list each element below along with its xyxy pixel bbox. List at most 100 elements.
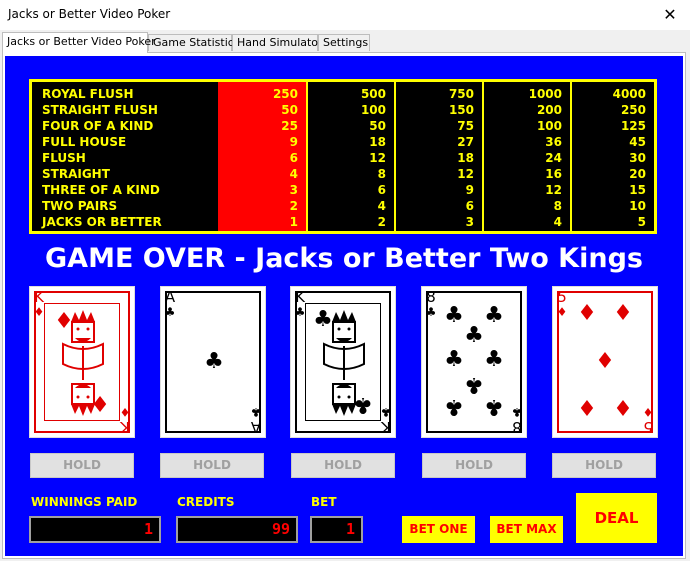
pay-table-payout: 27 — [457, 135, 474, 149]
pay-table-payout: 10 — [629, 199, 646, 213]
pay-table-payout: 18 — [457, 151, 474, 165]
game-result-message: GAME OVER - Jacks or Better Two Kings — [45, 243, 643, 274]
club-icon: ♣ — [313, 307, 333, 332]
pay-table-payout: 20 — [629, 167, 646, 181]
pay-table-payout: 36 — [545, 135, 562, 149]
pay-table-payout: 12 — [457, 167, 474, 181]
pay-table-payout: 100 — [360, 103, 386, 117]
pay-table-payout: 6 — [377, 183, 386, 197]
pay-table-payout: 4 — [553, 215, 562, 229]
tab-game-statistics[interactable]: Game Statistics — [148, 34, 240, 51]
pay-table-hand-name: FLUSH — [42, 151, 86, 165]
card-1[interactable]: K ♦ K ♦ ♦ ♦ — [29, 286, 135, 438]
pay-table-payout: 1000 — [528, 87, 562, 101]
pay-table-payout: 5 — [637, 215, 646, 229]
diamond-icon: ♦ — [595, 349, 615, 374]
pay-table-payout: 250 — [272, 87, 298, 101]
club-icon: ♣ — [444, 394, 464, 419]
pay-table-hand-name: JACKS OR BETTER — [42, 215, 162, 229]
tab-hand-simulator[interactable]: Hand Simulator — [232, 34, 323, 51]
pay-table-hand-name: TWO PAIRS — [42, 199, 118, 213]
pay-table-payout: 1 — [289, 215, 298, 229]
pay-table-payout: 100 — [536, 119, 562, 133]
pay-table-hand-name: THREE OF A KIND — [42, 183, 160, 197]
club-icon: ♣ — [484, 394, 504, 419]
pay-table-column-bet4: 1000 200 100 36 24 16 12 8 4 — [482, 82, 570, 231]
pay-table-payout: 3 — [465, 215, 474, 229]
club-icon: ♣ — [464, 372, 484, 397]
credits-display: 99 — [176, 516, 298, 543]
card-5[interactable]: 5 ♦ 5 ♦ ♦ ♦ ♦ ♦ ♦ — [552, 286, 658, 438]
pay-table-payout: 6 — [289, 151, 298, 165]
pay-table-payout: 2 — [377, 215, 386, 229]
pay-table-payout: 2 — [289, 199, 298, 213]
card-corner-bottom: 5 ♦ — [642, 405, 654, 436]
card-2[interactable]: A ♣ A ♣ ♣ — [160, 286, 266, 438]
card-corner-bottom: 8 ♣ — [511, 405, 523, 436]
pay-table-hand-name: STRAIGHT — [42, 167, 110, 181]
card-3[interactable]: K ♣ K ♣ ♣ ♣ — [290, 286, 396, 438]
pay-table-payout: 125 — [620, 119, 646, 133]
diamond-icon: ♦ — [613, 397, 633, 422]
pay-table-payout: 12 — [369, 151, 386, 165]
hold-button-2[interactable]: HOLD — [160, 453, 264, 478]
pay-table-column-bet2: 500 100 50 18 12 8 6 4 2 — [306, 82, 394, 231]
pay-table-payout: 25 — [281, 119, 298, 133]
hold-button-5[interactable]: HOLD — [552, 453, 656, 478]
club-icon: ♣ — [484, 303, 504, 328]
deal-button[interactable]: DEAL — [576, 493, 657, 543]
winnings-display: 1 — [29, 516, 161, 543]
window-title: Jacks or Better Video Poker — [8, 7, 171, 21]
pay-table: ROYAL FLUSH STRAIGHT FLUSH FOUR OF A KIND F… — [29, 79, 657, 234]
pay-table-column-bet5: 4000 250 125 45 30 20 15 10 5 — [570, 82, 654, 231]
pay-table-hands-column: ROYAL FLUSH STRAIGHT FLUSH FOUR OF A KIND F… — [32, 82, 218, 231]
card-border — [426, 291, 522, 433]
pay-table-payout: 8 — [377, 167, 386, 181]
bet-one-button[interactable]: BET ONE — [402, 516, 475, 543]
bet-max-button[interactable]: BET MAX — [490, 516, 563, 543]
pay-table-payout: 50 — [369, 119, 386, 133]
pay-table-column-bet1: 250 50 25 9 6 4 3 2 1 — [218, 82, 306, 231]
diamond-icon: ♦ — [577, 397, 597, 422]
pay-table-hand-name: STRAIGHT FLUSH — [42, 103, 158, 117]
pay-table-payout: 24 — [545, 151, 562, 165]
pay-table-payout: 250 — [620, 103, 646, 117]
pay-table-payout: 15 — [629, 183, 646, 197]
bet-label: BET — [311, 495, 337, 509]
club-icon: ♣ — [204, 349, 224, 374]
pay-table-payout: 8 — [553, 199, 562, 213]
club-icon: ♣ — [353, 392, 373, 417]
pay-table-payout: 30 — [629, 151, 646, 165]
club-icon: ♣ — [444, 303, 464, 328]
tab-settings[interactable]: Settings — [318, 34, 370, 51]
card-corner-top: 5 ♦ — [556, 288, 568, 320]
pay-table-payout: 4 — [377, 199, 386, 213]
hold-button-3[interactable]: HOLD — [291, 453, 395, 478]
diamond-icon: ♦ — [613, 301, 633, 326]
pay-table-payout: 500 — [360, 87, 386, 101]
card-corner-top: 8 ♣ — [425, 288, 437, 320]
pay-table-payout: 6 — [465, 199, 474, 213]
hold-button-4[interactable]: HOLD — [422, 453, 526, 478]
card-4[interactable]: 8 ♣ 8 ♣ ♣ ♣ ♣ ♣ ♣ ♣ ♣ ♣ — [421, 286, 527, 438]
pay-table-payout: 45 — [629, 135, 646, 149]
tab-video-poker[interactable]: Jacks or Better Video Poker — [2, 32, 156, 53]
diamond-icon: ♦ — [577, 301, 597, 326]
club-icon: ♣ — [444, 347, 464, 372]
hold-button-1[interactable]: HOLD — [30, 453, 134, 478]
credits-label: CREDITS — [177, 495, 235, 509]
card-corner-top: A ♣ — [164, 288, 176, 320]
pay-table-hand-name: FULL HOUSE — [42, 135, 127, 149]
pay-table-payout: 12 — [545, 183, 562, 197]
pay-table-payout: 750 — [448, 87, 474, 101]
pay-table-hand-name: FOUR OF A KIND — [42, 119, 154, 133]
title-bar: Jacks or Better Video Poker ✕ — [0, 0, 690, 30]
card-corner-bottom: A ♣ — [250, 405, 262, 436]
pay-table-hand-name: ROYAL FLUSH — [42, 87, 134, 101]
close-icon[interactable]: ✕ — [650, 0, 690, 30]
pay-table-payout: 75 — [457, 119, 474, 133]
pay-table-payout: 200 — [536, 103, 562, 117]
pay-table-payout: 3 — [289, 183, 298, 197]
pay-table-payout: 4 — [289, 167, 298, 181]
pay-table-payout: 9 — [465, 183, 474, 197]
